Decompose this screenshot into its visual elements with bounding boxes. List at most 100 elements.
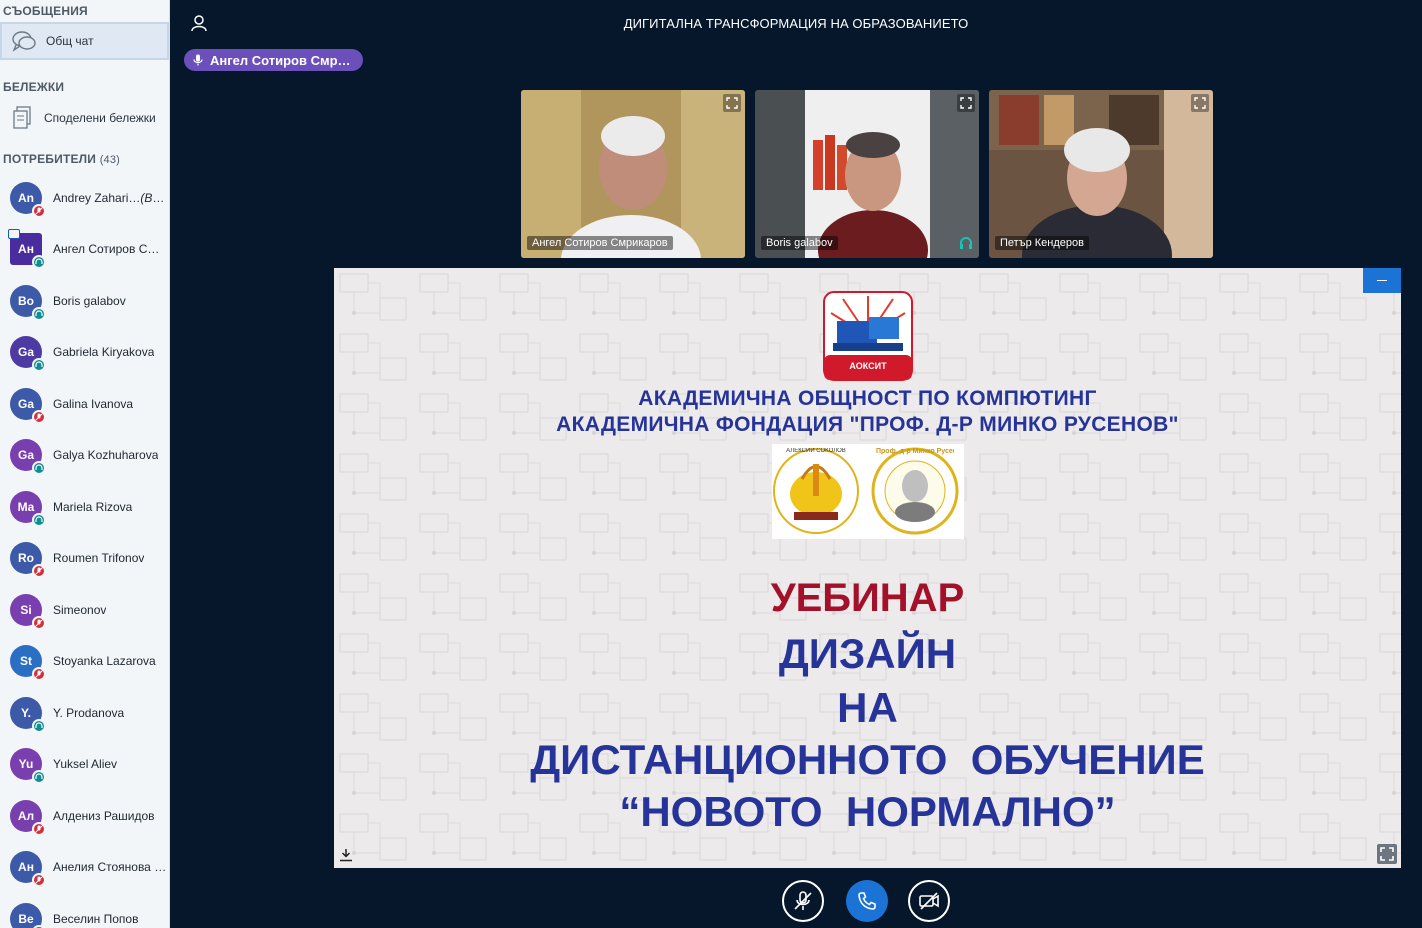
user-list-item[interactable]: Ga Galina Ivanova — [0, 378, 169, 430]
user-list-item[interactable]: Ве Веселин Попов — [0, 893, 169, 928]
user-name-text: Galya Kozhuharova — [53, 448, 159, 463]
user-list-item[interactable]: Ga Galya Kozhuharova — [0, 430, 169, 482]
distance-learning-title: ДИСТАНЦИОННОТО ОБУЧЕНИЕ — [530, 736, 1205, 783]
user-list-item[interactable]: Ан Анелия Стоянова … — [0, 842, 169, 894]
avatar: Ga — [10, 439, 46, 476]
public-chat-label: Общ чат — [46, 34, 94, 48]
avatar-initials: Ан — [18, 860, 34, 875]
foundation-seals: АЛЕКСИЙ СОКОЛОВ Проф. д-р Минко Русенов — [772, 444, 964, 539]
headphones-icon — [32, 306, 46, 321]
avatar-initials: Y. — [20, 705, 31, 720]
headphones-icon — [32, 512, 46, 527]
user-name: Алдениз Рашидов — [53, 809, 155, 823]
user-name: Y. Prodanova — [53, 706, 124, 720]
user-list-item[interactable]: Ал Алдениз Рашидов — [0, 790, 169, 842]
org-line-1: АКАДЕМИЧНА ОБЩНОСТ ПО КОМПЮТИНГ — [638, 387, 1097, 410]
minimize-presentation-button[interactable] — [1363, 268, 1401, 293]
muted-microphone-icon — [32, 564, 46, 579]
video-tile-3[interactable]: Петър Кендеров — [989, 90, 1213, 258]
headphones-icon — [32, 358, 46, 373]
user-name: Simeonov — [53, 603, 106, 617]
logo-caption: АОКСИТ — [849, 361, 887, 371]
users-count: (43) — [99, 154, 121, 166]
user-name-text: Gabriela Kiryakova — [53, 345, 155, 360]
public-chat-item[interactable]: Общ чат — [0, 22, 169, 60]
video-tile-2[interactable]: Boris galabov — [755, 90, 979, 258]
user-name-text: Simeonov — [53, 602, 107, 617]
user-list-item[interactable]: Si Simeonov — [0, 584, 169, 636]
talking-indicator-label: Ангел Сотиров Смр… — [210, 52, 351, 68]
fullscreen-icon[interactable] — [1191, 94, 1209, 112]
user-list-item[interactable]: Yu Yuksel Aliev — [0, 739, 169, 791]
avatar: Ве — [10, 902, 46, 928]
avatar-initials: Ве — [18, 911, 34, 926]
talking-indicator[interactable]: Ангел Сотиров Смр… — [184, 49, 363, 71]
shared-notes-item[interactable]: Споделени бележки — [0, 98, 169, 138]
video-toggle-button[interactable] — [908, 880, 950, 922]
fullscreen-icon[interactable] — [957, 94, 975, 112]
avatar-initials: Ал — [17, 808, 35, 823]
avatar: Ал — [10, 799, 46, 836]
user-list-item[interactable]: Ga Gabriela Kiryakova — [0, 327, 169, 379]
presentation-fullscreen-icon[interactable] — [1377, 844, 1397, 864]
video-participant-name: Петър Кендеров — [995, 236, 1089, 250]
user-list-item[interactable]: Y. Y. Prodanova — [0, 687, 169, 739]
avatar: Ro — [10, 542, 46, 579]
avatar-initials: Ga — [17, 345, 34, 360]
video-tile-1[interactable]: Ангел Сотиров Смрикаров — [521, 90, 745, 258]
video-off-icon — [919, 892, 939, 910]
aoksit-logo: АОКСИТ — [823, 291, 913, 381]
user-name: Ангел Сотиров С… — [53, 242, 159, 256]
org-line-2: АКАДЕМИЧНА ФОНДАЦИЯ "ПРОФ. Д-Р МИНКО РУС… — [556, 413, 1179, 436]
muted-microphone-icon — [32, 409, 46, 424]
avatar: Ga — [10, 387, 46, 424]
user-name-text: Yuksel Aliev — [53, 757, 118, 772]
user-name: Yuksel Aliev — [53, 757, 117, 771]
user-name-text: Веселин Попов — [53, 911, 139, 926]
audio-phone-button[interactable] — [846, 880, 888, 922]
you-suffix: (Вие) — [140, 190, 169, 205]
user-list-item[interactable]: Ан Ангел Сотиров С… — [0, 224, 169, 276]
avatar: Ан — [10, 851, 46, 888]
video-participant-name: Boris galabov — [761, 236, 838, 250]
avatar: An — [10, 181, 46, 218]
mute-button[interactable] — [782, 880, 824, 922]
muted-microphone-icon — [32, 667, 46, 682]
participant-video — [989, 90, 1213, 258]
user-name-text: Анелия Стоянова … — [53, 860, 167, 875]
design-title: ДИЗАЙН — [778, 630, 957, 677]
user-name-text: Y. Prodanova — [53, 705, 125, 720]
muted-microphone-icon — [32, 873, 46, 888]
user-list-item[interactable]: Ro Roumen Trifonov — [0, 533, 169, 585]
user-name: Boris galabov — [53, 294, 126, 308]
user-list-item[interactable]: An Andrey Zahari…(Вие) — [0, 172, 169, 224]
fullscreen-icon[interactable] — [723, 94, 741, 112]
avatar: Ma — [10, 490, 46, 527]
avatar-initials: Ma — [17, 499, 35, 514]
avatar-initials: Bo — [18, 293, 34, 308]
avatar-initials: Yu — [18, 757, 34, 772]
new-normal-title: “НОВОТО НОРМАЛНО” — [619, 788, 1116, 835]
presenter-icon — [8, 229, 20, 240]
muted-microphone-icon — [32, 821, 46, 836]
user-name: Stoyanka Lazarova — [53, 654, 156, 668]
notes-section-title: БЕЛЕЖКИ — [3, 80, 65, 94]
user-name-text: Boris galabov — [53, 293, 126, 308]
avatar-initials: Ан — [18, 242, 34, 257]
headphones-icon — [960, 237, 972, 249]
webinar-title: УЕБИНАР — [770, 576, 965, 620]
avatar-initials: Ga — [17, 396, 34, 411]
download-icon[interactable] — [339, 848, 353, 862]
user-name: Анелия Стоянова … — [53, 860, 166, 874]
user-name-text: Roumen Trifonov — [53, 551, 145, 566]
na-title: НА — [837, 684, 898, 731]
headphones-icon — [32, 255, 46, 270]
headphones-icon — [32, 718, 46, 733]
user-list-item[interactable]: St Stoyanka Lazarova — [0, 636, 169, 688]
avatar-initials: Ga — [17, 448, 34, 463]
avatar-initials: An — [18, 190, 34, 205]
user-list-item[interactable]: Ma Mariela Rizova — [0, 481, 169, 533]
main-area: ДИГИТАЛНА ТРАНСФОРМАЦИЯ НА ОБРАЗОВАНИЕТО… — [170, 0, 1422, 928]
user-list-item[interactable]: Bo Boris galabov — [0, 275, 169, 327]
avatar: Bo — [10, 284, 46, 321]
